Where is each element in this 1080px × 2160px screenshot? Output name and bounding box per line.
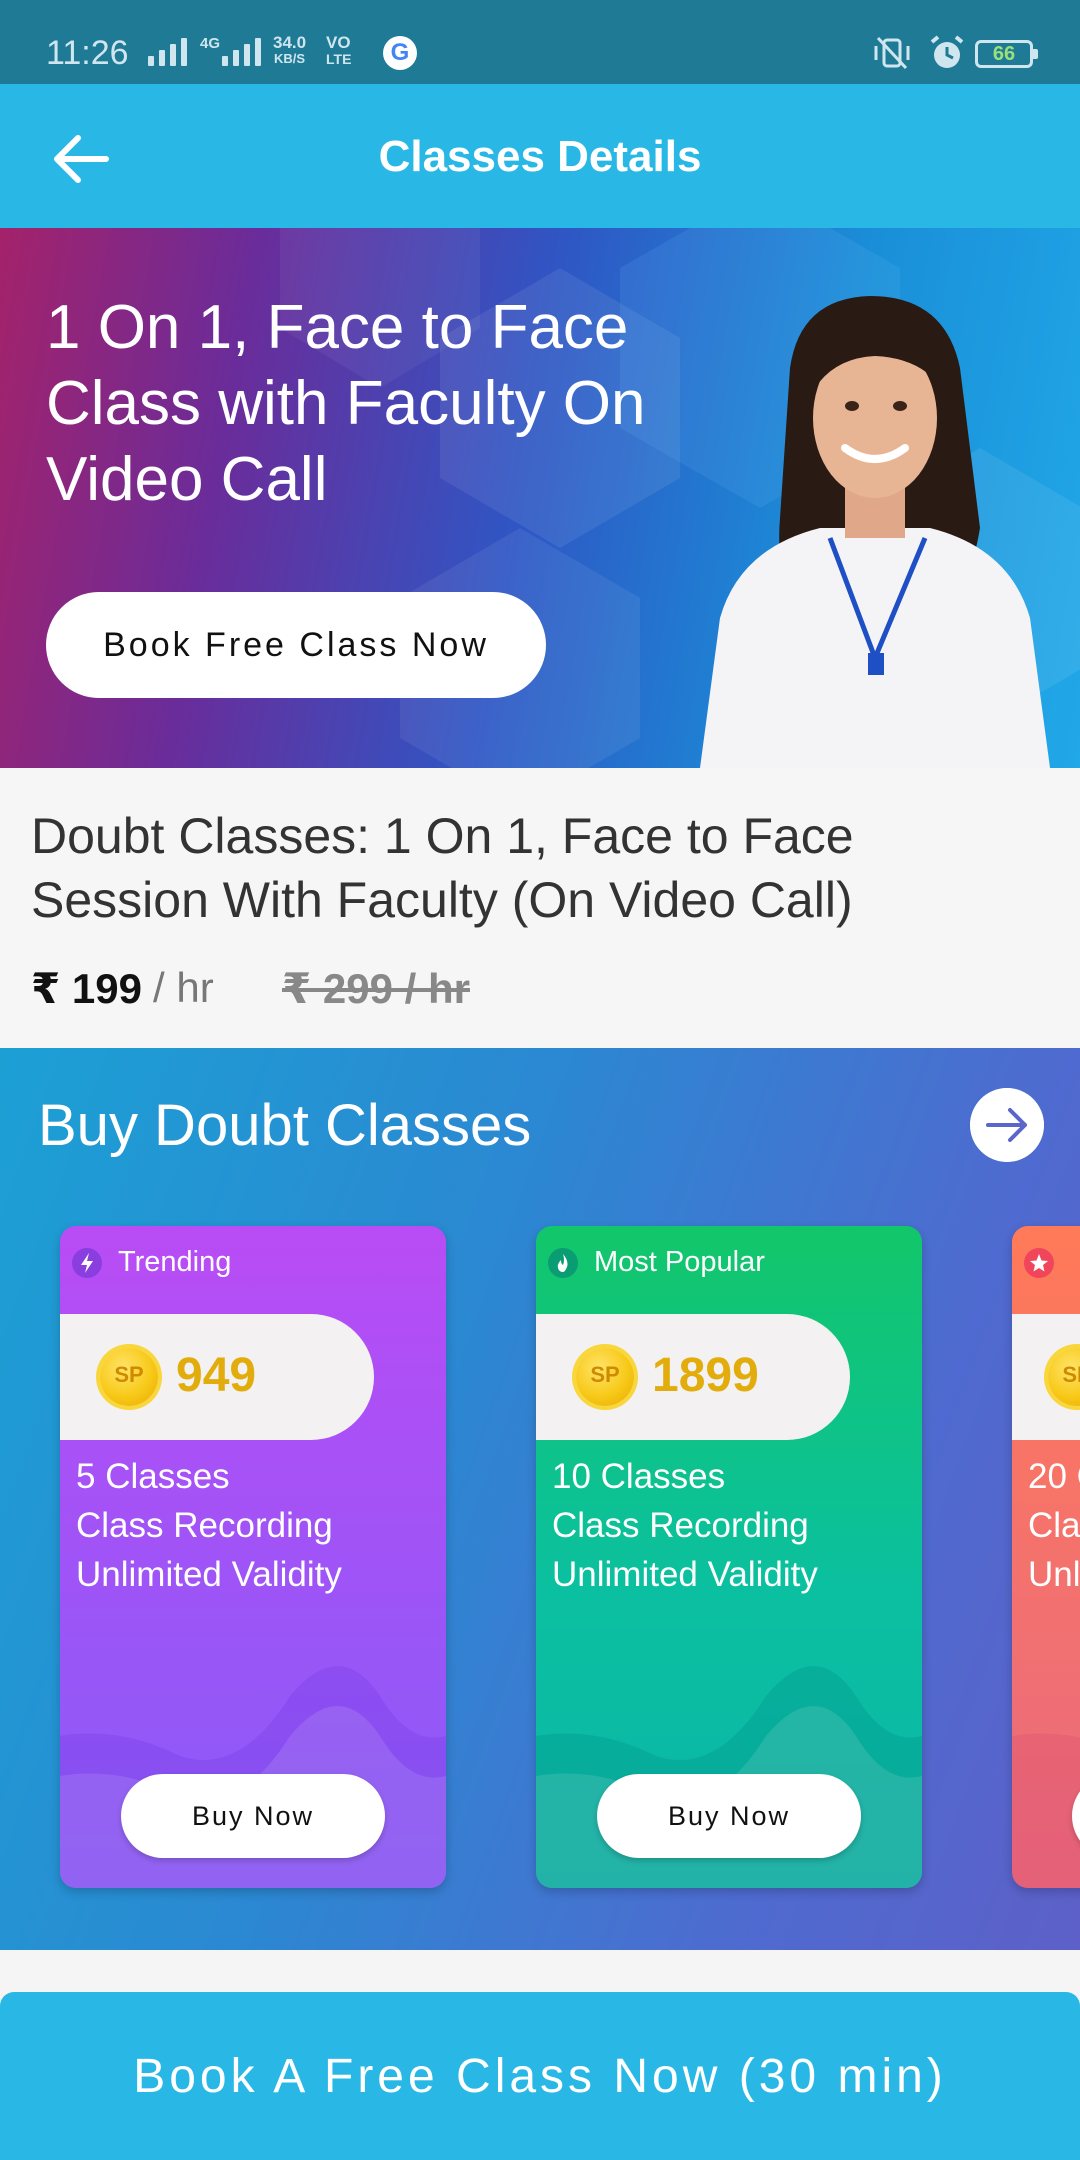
plan-feature: Class Recording — [76, 1506, 333, 1545]
original-price: ₹ 299 / hr — [282, 965, 470, 1012]
current-price: ₹ 199 — [31, 965, 142, 1012]
coin-label: SP — [590, 1362, 620, 1387]
star-icon — [1024, 1248, 1054, 1278]
faculty-photo — [700, 296, 1050, 768]
plan-card-third[interactable]: SP 20 C Cla Unl — [1012, 1226, 1080, 1888]
network-speed-unit: KB/S — [274, 51, 306, 66]
network-speed-value: 34.0 — [273, 33, 307, 52]
plan-price-pill: SP 1899 — [536, 1314, 850, 1440]
coin-icon: SP — [576, 1348, 634, 1406]
coin-icon: SP — [100, 1348, 158, 1406]
plan-card-trending[interactable]: Trending SP 949 5 Classes Class Recordin… — [60, 1226, 446, 1888]
network-type: 4G — [200, 35, 221, 52]
price-unit: / hr — [153, 964, 214, 1011]
buy-now-button[interactable]: Buy Now — [597, 1774, 861, 1858]
plan-tag: Most Popular — [594, 1246, 765, 1278]
signal-strength-2-icon — [222, 36, 261, 66]
banner-title: 1 On 1, Face to Face Class with Faculty … — [46, 293, 646, 514]
lightning-icon — [72, 1248, 102, 1278]
coin-label: SP — [114, 1362, 144, 1387]
screen: 11:26 4G 34.0 KB/S VO LTE G 66 Classes D… — [0, 0, 1080, 2160]
plan-price: 949 — [176, 1349, 257, 1402]
coin-label: SP — [1062, 1362, 1080, 1387]
plan-feature: 20 C — [1028, 1457, 1080, 1496]
class-title: Doubt Classes: 1 On 1, Face to Face Sess… — [31, 808, 854, 928]
book-free-class-30min-button[interactable]: Book A Free Class Now (30 min) — [0, 1992, 1080, 2160]
card-wave-decoration — [1012, 1733, 1080, 1888]
coin-icon: SP — [1048, 1348, 1080, 1406]
volte-bottom: LTE — [326, 51, 352, 67]
plan-features: 5 Classes Class Recording Unlimited Vali… — [76, 1452, 342, 1599]
arrow-right-icon[interactable] — [970, 1088, 1044, 1162]
status-bar: 11:26 4G 34.0 KB/S VO LTE G 66 — [0, 0, 1080, 84]
plan-tag: Trending — [118, 1246, 232, 1278]
google-icon: G — [383, 36, 417, 70]
buy-now-button[interactable]: Buy Now — [121, 1774, 385, 1858]
app-bar: Classes Details — [0, 84, 1080, 228]
plan-price-pill: SP — [1012, 1314, 1080, 1440]
network-speed: 34.0 KB/S — [273, 33, 307, 67]
plan-card-most-popular[interactable]: Most Popular SP 1899 10 Classes Class Re… — [536, 1226, 922, 1888]
section-title: Buy Doubt Classes — [38, 1093, 532, 1158]
flame-icon — [548, 1248, 578, 1278]
alarm-icon — [930, 35, 964, 68]
plan-price-pill: SP 949 — [60, 1314, 374, 1440]
plan-price: 1899 — [652, 1349, 759, 1402]
plan-feature: 10 Classes — [552, 1457, 726, 1496]
volte-top: VO — [326, 33, 351, 52]
promo-banner: 1 On 1, Face to Face Class with Faculty … — [0, 228, 1080, 768]
book-free-class-button[interactable]: Book Free Class Now — [46, 592, 546, 698]
plan-features: 20 C Cla Unl — [1028, 1452, 1080, 1599]
plan-features: 10 Classes Class Recording Unlimited Val… — [552, 1452, 818, 1599]
plan-feature: Cla — [1028, 1506, 1080, 1545]
vibrate-off-icon — [874, 36, 910, 70]
buy-doubt-classes-section: Buy Doubt Classes Trending SP 949 5 Clas… — [0, 1048, 1080, 1950]
plan-feature: Unlimited Validity — [552, 1555, 818, 1594]
battery-indicator: 66 — [975, 40, 1038, 68]
page-title: Classes Details — [378, 132, 702, 181]
volte-indicator: VO LTE — [326, 33, 352, 67]
class-info: Doubt Classes: 1 On 1, Face to Face Sess… — [0, 768, 1080, 1048]
plan-feature: Unl — [1028, 1555, 1080, 1594]
signal-strength-icon — [148, 36, 187, 66]
plan-feature: Class Recording — [552, 1506, 809, 1545]
plan-feature: Unlimited Validity — [76, 1555, 342, 1594]
plan-feature: 5 Classes — [76, 1457, 230, 1496]
status-time: 11:26 — [46, 34, 129, 72]
